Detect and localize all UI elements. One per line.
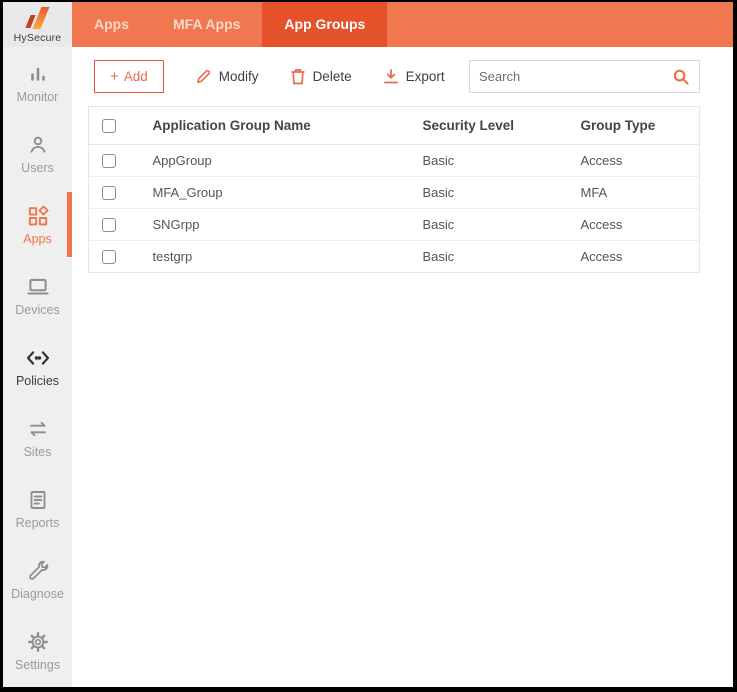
sidebar-item-devices[interactable]: Devices [3, 260, 72, 331]
trash-icon [290, 68, 306, 85]
sidebar-item-monitor[interactable]: Monitor [3, 47, 72, 118]
bar-chart-icon [25, 61, 51, 87]
select-all-cell [89, 107, 153, 145]
row-checkbox-cell [89, 209, 153, 241]
row-checkbox-cell [89, 177, 153, 209]
apps-grid-icon [25, 203, 51, 229]
cell-security-level: Basic [423, 209, 581, 241]
sidebar-item-apps[interactable]: Apps [3, 189, 72, 260]
toolbar: + Add Modify [88, 60, 700, 93]
search-input[interactable] [479, 69, 672, 84]
sidebar-item-label: Diagnose [11, 587, 64, 601]
hysecure-window: HySecure Monitor Users [0, 0, 737, 692]
sidebar-item-label: Sites [24, 445, 52, 459]
sidebar-nav: Monitor Users [3, 47, 72, 687]
sidebar-item-label: Devices [15, 303, 59, 317]
search-box [469, 60, 700, 93]
cell-group-name: SNGrpp [153, 209, 423, 241]
swap-arrows-icon [25, 416, 51, 442]
modify-button-label: Modify [219, 69, 259, 84]
table-row[interactable]: AppGroup Basic Access [89, 145, 700, 177]
user-icon [25, 132, 51, 158]
content-panel: + Add Modify [72, 47, 733, 687]
delete-button[interactable]: Delete [290, 68, 352, 85]
sidebar-item-reports[interactable]: Reports [3, 473, 72, 544]
cell-group-type: Access [581, 209, 700, 241]
sidebar-item-label: Monitor [17, 90, 59, 104]
cell-group-type: MFA [581, 177, 700, 209]
code-brackets-icon [25, 345, 51, 371]
laptop-icon [25, 274, 51, 300]
hysecure-logo-icon [23, 6, 53, 31]
add-button[interactable]: + Add [94, 60, 164, 93]
app-groups-table: Application Group Name Security Level Gr… [88, 106, 700, 273]
row-checkbox-cell [89, 241, 153, 273]
cell-group-name: AppGroup [153, 145, 423, 177]
cell-group-type: Access [581, 145, 700, 177]
cell-group-name: MFA_Group [153, 177, 423, 209]
row-checkbox[interactable] [102, 250, 116, 264]
sidebar-item-label: Users [21, 161, 54, 175]
sidebar-item-users[interactable]: Users [3, 118, 72, 189]
sidebar-item-diagnose[interactable]: Diagnose [3, 544, 72, 615]
tab-bar: Apps MFA Apps App Groups [72, 2, 733, 47]
cell-security-level: Basic [423, 177, 581, 209]
sidebar-item-label: Reports [16, 516, 60, 530]
brand-logo: HySecure [3, 2, 72, 47]
delete-button-label: Delete [313, 69, 352, 84]
row-checkbox[interactable] [102, 218, 116, 232]
brand-name: HySecure [14, 32, 62, 44]
search-icon[interactable] [672, 68, 690, 86]
tab-mfa-apps[interactable]: MFA Apps [151, 2, 262, 47]
cell-security-level: Basic [423, 145, 581, 177]
sidebar-item-sites[interactable]: Sites [3, 402, 72, 473]
wrench-icon [25, 558, 51, 584]
table-row[interactable]: testgrp Basic Access [89, 241, 700, 273]
tab-apps[interactable]: Apps [72, 2, 151, 47]
export-button-label: Export [406, 69, 445, 84]
sidebar-item-label: Settings [15, 658, 60, 672]
table-header-row: Application Group Name Security Level Gr… [89, 107, 700, 145]
sidebar-item-label: Apps [23, 232, 52, 246]
row-checkbox-cell [89, 145, 153, 177]
export-button[interactable]: Export [383, 68, 445, 85]
add-button-label: Add [124, 69, 148, 84]
row-checkbox[interactable] [102, 154, 116, 168]
sidebar: HySecure Monitor Users [3, 2, 72, 687]
column-header-group-type: Group Type [581, 107, 700, 145]
cell-group-type: Access [581, 241, 700, 273]
column-header-security-level: Security Level [423, 107, 581, 145]
cell-group-name: testgrp [153, 241, 423, 273]
column-header-name: Application Group Name [153, 107, 423, 145]
table-row[interactable]: SNGrpp Basic Access [89, 209, 700, 241]
document-icon [25, 487, 51, 513]
download-icon [383, 68, 399, 85]
cell-security-level: Basic [423, 241, 581, 273]
modify-button[interactable]: Modify [195, 68, 259, 85]
pencil-icon [195, 68, 212, 85]
row-checkbox[interactable] [102, 186, 116, 200]
sidebar-item-settings[interactable]: Settings [3, 615, 72, 686]
sidebar-item-label: Policies [16, 374, 59, 388]
table-row[interactable]: MFA_Group Basic MFA [89, 177, 700, 209]
sidebar-item-policies[interactable]: Policies [3, 331, 72, 402]
select-all-checkbox[interactable] [102, 119, 116, 133]
gear-icon [25, 629, 51, 655]
plus-icon: + [110, 69, 119, 84]
main-area: Apps MFA Apps App Groups + Add Modify [72, 2, 733, 687]
tab-app-groups[interactable]: App Groups [262, 2, 387, 47]
